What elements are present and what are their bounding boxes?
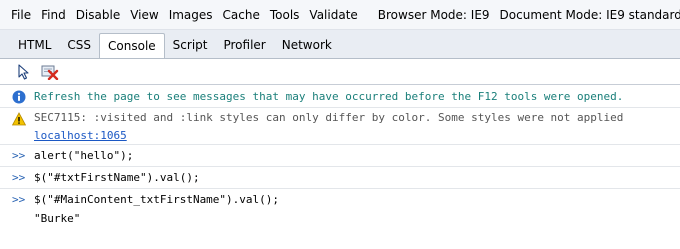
- prompt-symbol: >>: [12, 171, 26, 184]
- console-info-message: Refresh the page to see messages that ma…: [0, 86, 680, 108]
- warning-icon: [11, 112, 27, 126]
- console-warning-message: SEC7115: :visited and :link styles can o…: [0, 108, 680, 145]
- warning-message-text: SEC7115: :visited and :link styles can o…: [34, 111, 624, 124]
- warning-source-link[interactable]: localhost:1065: [34, 127, 623, 144]
- info-message-text: Refresh the page to see messages that ma…: [34, 90, 624, 103]
- console-result: "Burke": [34, 212, 81, 225]
- warning-block: SEC7115: :visited and :link styles can o…: [34, 108, 623, 144]
- menu-cache[interactable]: Cache: [218, 0, 265, 29]
- select-element-icon[interactable]: [14, 62, 34, 82]
- browser-mode-menu[interactable]: Browser Mode: IE9: [373, 0, 495, 29]
- console-command[interactable]: $("#MainContent_txtFirstName").val();: [34, 189, 279, 210]
- console-command[interactable]: alert("hello");: [34, 145, 133, 166]
- prompt-symbol: >>: [12, 149, 26, 162]
- menu-view[interactable]: View: [125, 0, 163, 29]
- console-command-row: >> alert("hello");: [0, 145, 680, 167]
- menu-file[interactable]: File: [6, 0, 36, 29]
- info-icon: [12, 90, 26, 104]
- console-output[interactable]: Refresh the page to see messages that ma…: [0, 86, 680, 249]
- menu-disable[interactable]: Disable: [71, 0, 126, 29]
- console-toolbar: [0, 59, 680, 85]
- console-command-row: >> $("#txtFirstName").val();: [0, 167, 680, 189]
- console-command[interactable]: $("#txtFirstName").val();: [34, 167, 200, 188]
- tab-network[interactable]: Network: [274, 34, 340, 58]
- tab-html[interactable]: HTML: [10, 34, 59, 58]
- tab-bar: HTML CSS Console Script Profiler Network: [0, 30, 680, 59]
- clear-console-icon[interactable]: [40, 62, 60, 82]
- menu-tools[interactable]: Tools: [265, 0, 305, 29]
- tab-css[interactable]: CSS: [59, 34, 99, 58]
- menu-validate[interactable]: Validate: [304, 0, 362, 29]
- menu-find[interactable]: Find: [36, 0, 71, 29]
- prompt-symbol: >>: [12, 193, 26, 206]
- tab-profiler[interactable]: Profiler: [215, 34, 273, 58]
- tab-script[interactable]: Script: [165, 34, 216, 58]
- tab-console[interactable]: Console: [99, 33, 165, 58]
- menu-images[interactable]: Images: [164, 0, 218, 29]
- menu-bar: File Find Disable View Images Cache Tool…: [0, 0, 680, 30]
- console-command-row: >> $("#MainContent_txtFirstName").val();: [0, 189, 680, 210]
- document-mode-menu[interactable]: Document Mode: IE9 standards: [495, 0, 680, 29]
